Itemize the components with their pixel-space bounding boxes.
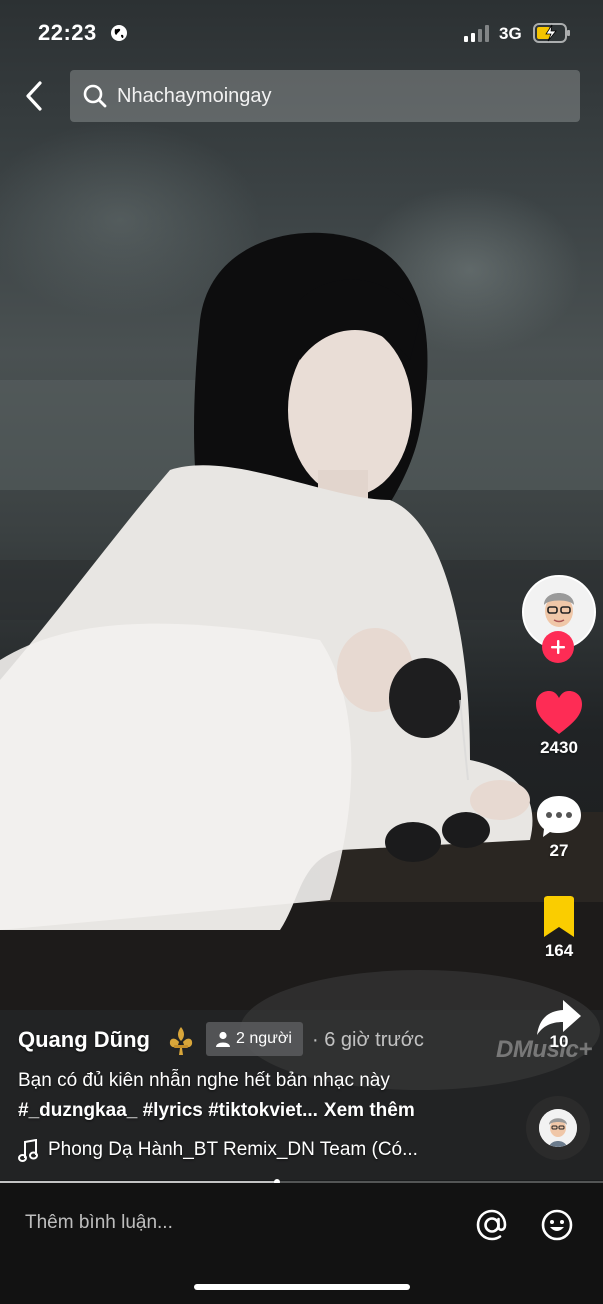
music-disc[interactable] [526,1096,590,1160]
home-indicator [194,1284,410,1290]
like-count: 2430 [540,738,578,757]
video-frame-illustration [0,232,603,1180]
plus-icon [551,640,565,654]
comment-bubble-icon [537,796,581,837]
save-count: 164 [544,941,574,960]
share-count: 10 [549,1032,569,1051]
music-title: Phong Dạ Hành_BT Remix_DN Team (Có... [48,1139,418,1160]
search-query: Nhachaymoingay [117,85,272,107]
music-row[interactable]: Phong Dạ Hành_BT Remix_DN Team (Có... [18,1137,488,1165]
hashtags-line: #_duzngkaa_ #lyrics #tiktokviet... Xem th… [18,1100,415,1122]
see-more-link[interactable]: Xem thêm [324,1100,415,1121]
globe-icon [111,25,127,41]
fleur-de-lis-icon [169,1027,193,1055]
follow-button[interactable] [542,631,574,663]
heart-icon [536,691,582,734]
status-bar: 22:23 3G [0,0,603,66]
comment-button[interactable]: 27 [528,793,590,861]
search-bar[interactable]: Nhachaymoingay [70,70,580,122]
smiley-icon[interactable] [539,1207,575,1243]
signal-icon [464,25,489,42]
share-button[interactable]: 10 [528,998,590,1052]
post-time: · 6 giờ trước [312,1029,424,1051]
post-caption: Bạn có đủ kiên nhẫn nghe hết bản nhạc nà… [18,1070,390,1091]
comment-count: 27 [549,841,569,860]
comment-input[interactable]: Thêm bình luận... [25,1212,173,1234]
bookmark-icon [544,896,574,937]
author-name[interactable]: Quang Dũng [18,1027,150,1053]
at-sign-icon[interactable] [474,1207,510,1243]
friends-count: 2 người [236,1030,292,1047]
friends-badge[interactable]: 2 người [206,1022,303,1056]
music-cover-memoji-icon [539,1109,577,1147]
person-icon [216,1031,230,1047]
back-button[interactable] [18,78,52,114]
music-note-icon [18,1139,38,1162]
video-player[interactable] [0,0,603,1180]
music-disc-cover [539,1109,577,1147]
battery-charging-icon [533,23,570,43]
status-time: 22:23 [38,20,97,45]
tiktok-video-screen: 22:23 3G Nhachaymoingay 2430 27 164 DMus… [0,0,603,1304]
like-button[interactable]: 2430 [528,690,590,758]
search-icon [83,84,107,108]
network-type: 3G [499,24,522,43]
hashtags[interactable]: #_duzngkaa_ #lyrics #tiktokviet... [18,1100,318,1121]
author-row: Quang Dũng 2 người · 6 giờ trước [18,1022,488,1058]
save-button[interactable]: 164 [528,895,590,961]
